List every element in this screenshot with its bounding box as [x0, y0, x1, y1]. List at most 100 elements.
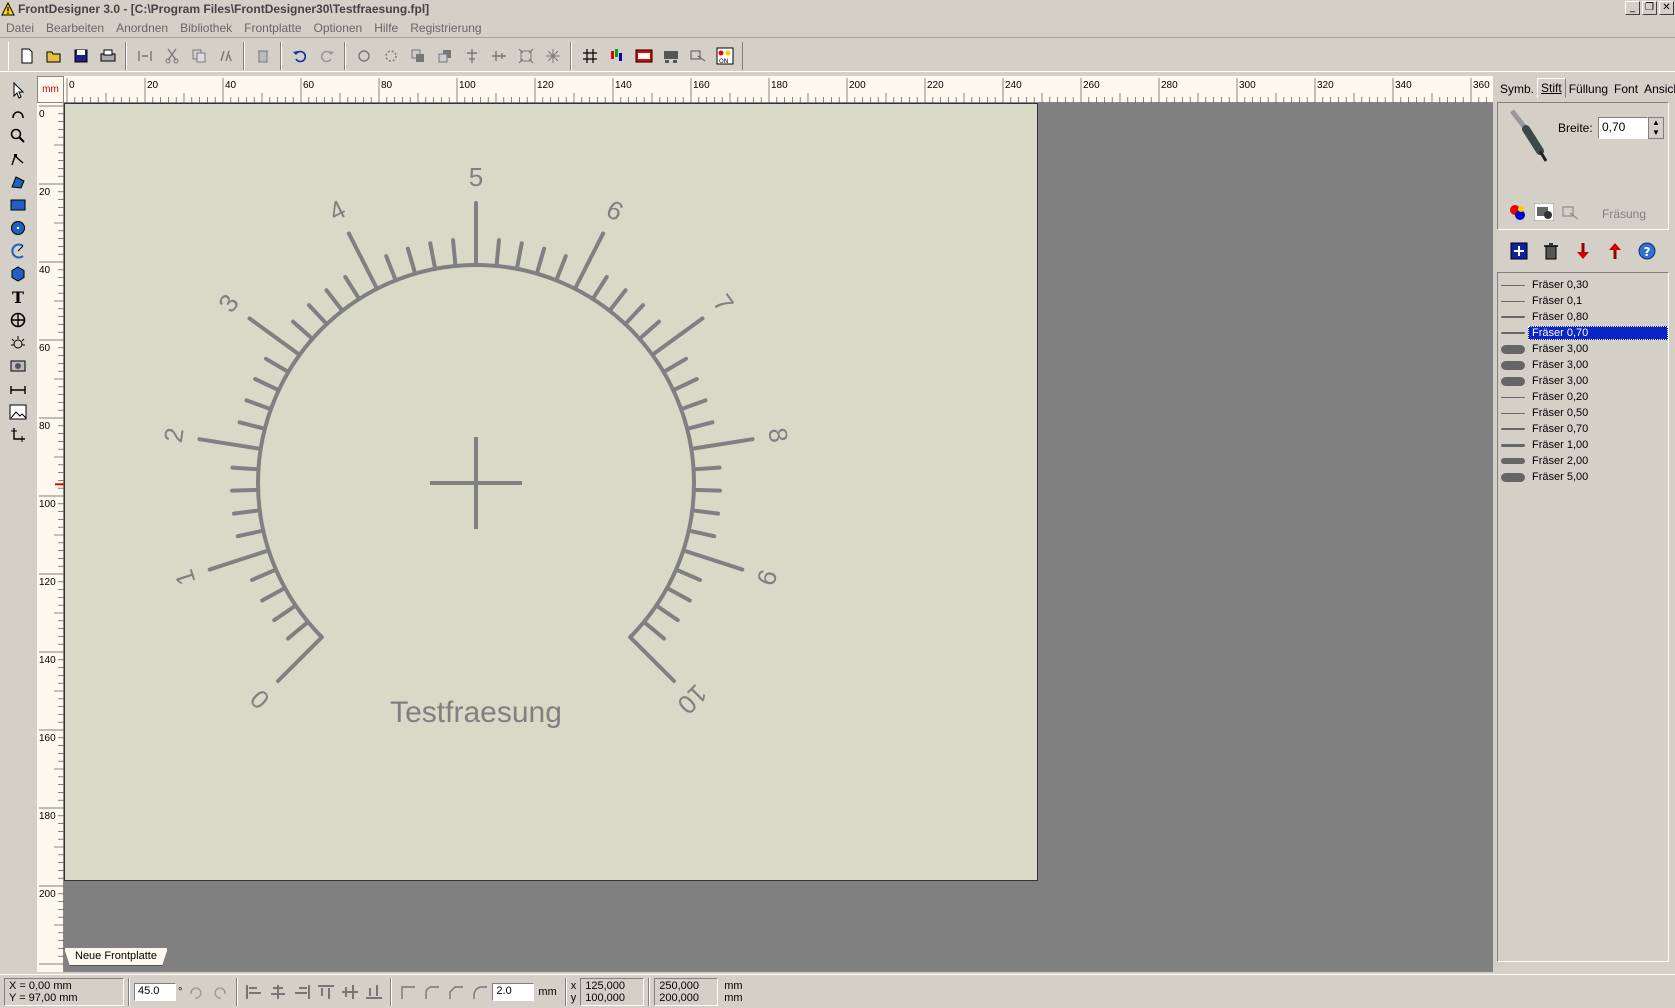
corner-bevel-button[interactable]	[444, 981, 468, 1003]
dial-minor-tick[interactable]	[230, 465, 261, 472]
pen-list-item[interactable]: Fräser 1,00	[1498, 437, 1668, 453]
dial-minor-tick[interactable]	[690, 508, 721, 516]
arc-tool[interactable]	[4, 239, 32, 262]
outline-mode-icon[interactable]	[1560, 203, 1580, 221]
menu-datei[interactable]: Datei	[0, 21, 40, 35]
dial-minor-tick[interactable]	[691, 487, 722, 493]
pen-list-item[interactable]: Fräser 0,70	[1498, 325, 1668, 341]
menu-hilfe[interactable]: Hilfe	[368, 21, 404, 35]
pen-list-item[interactable]: Fräser 3,00	[1498, 357, 1668, 373]
align-bottom-button[interactable]	[362, 981, 386, 1003]
dial-label[interactable]: 10	[672, 679, 714, 721]
dial-minor-tick[interactable]	[590, 274, 609, 301]
dial-label[interactable]: 6	[602, 194, 629, 227]
dial-minor-tick[interactable]	[674, 567, 702, 582]
dial-major-tick[interactable]	[276, 635, 324, 683]
menu-optionen[interactable]: Optionen	[308, 21, 369, 35]
align-horizontal-button[interactable]	[485, 43, 512, 69]
grid-step-input[interactable]: 2.0	[492, 982, 535, 1001]
layer-view-button[interactable]	[657, 43, 684, 69]
group-button[interactable]	[350, 43, 377, 69]
dial-minor-tick[interactable]	[260, 586, 287, 603]
align-left-button[interactable]	[242, 981, 266, 1003]
undo-button[interactable]	[286, 43, 313, 69]
dial-minor-tick[interactable]	[637, 319, 662, 341]
pen-list-item[interactable]: Fräser 0,70	[1498, 421, 1668, 437]
menu-anordnen[interactable]: Anordnen	[110, 21, 174, 35]
close-button[interactable]: ✕	[1659, 1, 1674, 15]
pen-list-item[interactable]: Fräser 0,80	[1498, 309, 1668, 325]
polygon-shape-tool[interactable]	[4, 262, 32, 285]
image-tool[interactable]	[4, 400, 32, 423]
redo-button[interactable]	[313, 43, 340, 69]
polygon-tool[interactable]	[4, 170, 32, 193]
outline-view-button[interactable]	[684, 43, 711, 69]
dial-minor-tick[interactable]	[290, 319, 315, 341]
ungroup-button[interactable]	[377, 43, 404, 69]
engraving-text[interactable]: Testfraesung	[390, 696, 562, 729]
rectangle-tool[interactable]	[4, 193, 32, 216]
add-pen-icon[interactable]	[1509, 241, 1529, 261]
pen-list-item[interactable]: Fräser 0,20	[1498, 389, 1668, 405]
help-icon[interactable]: ?	[1637, 241, 1657, 261]
dial-minor-tick[interactable]	[253, 377, 281, 393]
dial-minor-tick[interactable]	[230, 487, 261, 493]
dial-minor-tick[interactable]	[494, 238, 501, 268]
pen-list-item[interactable]: Fräser 3,00	[1498, 373, 1668, 389]
circle-tool[interactable]	[4, 216, 32, 239]
text-tool[interactable]: T	[4, 285, 32, 308]
dial-minor-tick[interactable]	[623, 303, 646, 327]
pen-list-item[interactable]: Fräser 0,50	[1498, 405, 1668, 421]
dial-minor-tick[interactable]	[285, 619, 311, 641]
tab-ansicht[interactable]: Ansicht	[1641, 80, 1675, 98]
dial-minor-tick[interactable]	[324, 288, 345, 313]
align-right-button[interactable]	[290, 981, 314, 1003]
milling-mode-icon[interactable]	[1534, 203, 1554, 221]
corner-square-button[interactable]	[396, 981, 420, 1003]
dial-minor-tick[interactable]	[514, 241, 524, 271]
corner-round-button[interactable]	[420, 981, 444, 1003]
send-back-button[interactable]	[431, 43, 458, 69]
dial-minor-tick[interactable]	[244, 398, 273, 412]
tab-stift[interactable]: Stift	[1537, 78, 1566, 98]
pen-list-item[interactable]: Fräser 3,00	[1498, 341, 1668, 357]
dial-major-tick[interactable]	[650, 316, 705, 357]
corner-radius-button[interactable]	[468, 981, 492, 1003]
dial-major-tick[interactable]	[247, 316, 302, 357]
cut-button[interactable]	[158, 43, 185, 69]
new-file-button[interactable]	[13, 43, 40, 69]
restore-button[interactable]: ❐	[1642, 1, 1657, 15]
breite-spinner[interactable]: ▲ ▼	[1648, 117, 1664, 139]
dial-minor-tick[interactable]	[235, 528, 266, 539]
dial-major-tick[interactable]	[197, 437, 263, 451]
drawing-canvas[interactable]: mm 0 20 40 60 80 100 120 140 160 180 200 220 240 260 2…	[37, 76, 1493, 972]
dial-label[interactable]: 2	[158, 426, 190, 445]
object-size[interactable]: 250,000 200,000	[654, 977, 719, 1006]
dial-minor-tick[interactable]	[607, 288, 628, 313]
zoom-tool[interactable]	[4, 124, 32, 147]
dial-minor-tick[interactable]	[306, 303, 329, 327]
dial-minor-tick[interactable]	[343, 274, 362, 301]
bring-front-button[interactable]	[404, 43, 431, 69]
dial-minor-tick[interactable]	[237, 420, 267, 431]
minimize-button[interactable]: _	[1625, 1, 1640, 15]
dial-minor-tick[interactable]	[691, 465, 722, 472]
dial-minor-tick[interactable]	[231, 508, 262, 516]
select-tool[interactable]	[4, 78, 32, 101]
angle-input[interactable]: 45.0	[134, 982, 176, 1001]
save-button[interactable]	[67, 43, 94, 69]
move-down-icon[interactable]	[1573, 241, 1593, 261]
breite-input[interactable]: 0,70	[1598, 117, 1648, 139]
dial-minor-tick[interactable]	[272, 603, 298, 623]
dial-minor-tick[interactable]	[554, 254, 568, 283]
color-mode-icon[interactable]	[1508, 203, 1528, 221]
dial-minor-tick[interactable]	[451, 238, 458, 268]
dial-minor-tick[interactable]	[685, 420, 715, 431]
dial-label[interactable]: 7	[707, 288, 740, 317]
align-middle-button[interactable]	[338, 981, 362, 1003]
front-panel[interactable]: 0 1 2 3 4 5 6 7 8 9 10 Testfraesung	[64, 103, 1038, 881]
delete-pen-icon[interactable]	[1541, 241, 1561, 261]
print-button[interactable]	[94, 43, 121, 69]
color-view-button[interactable]	[603, 43, 630, 69]
dial-minor-tick[interactable]	[661, 356, 689, 375]
